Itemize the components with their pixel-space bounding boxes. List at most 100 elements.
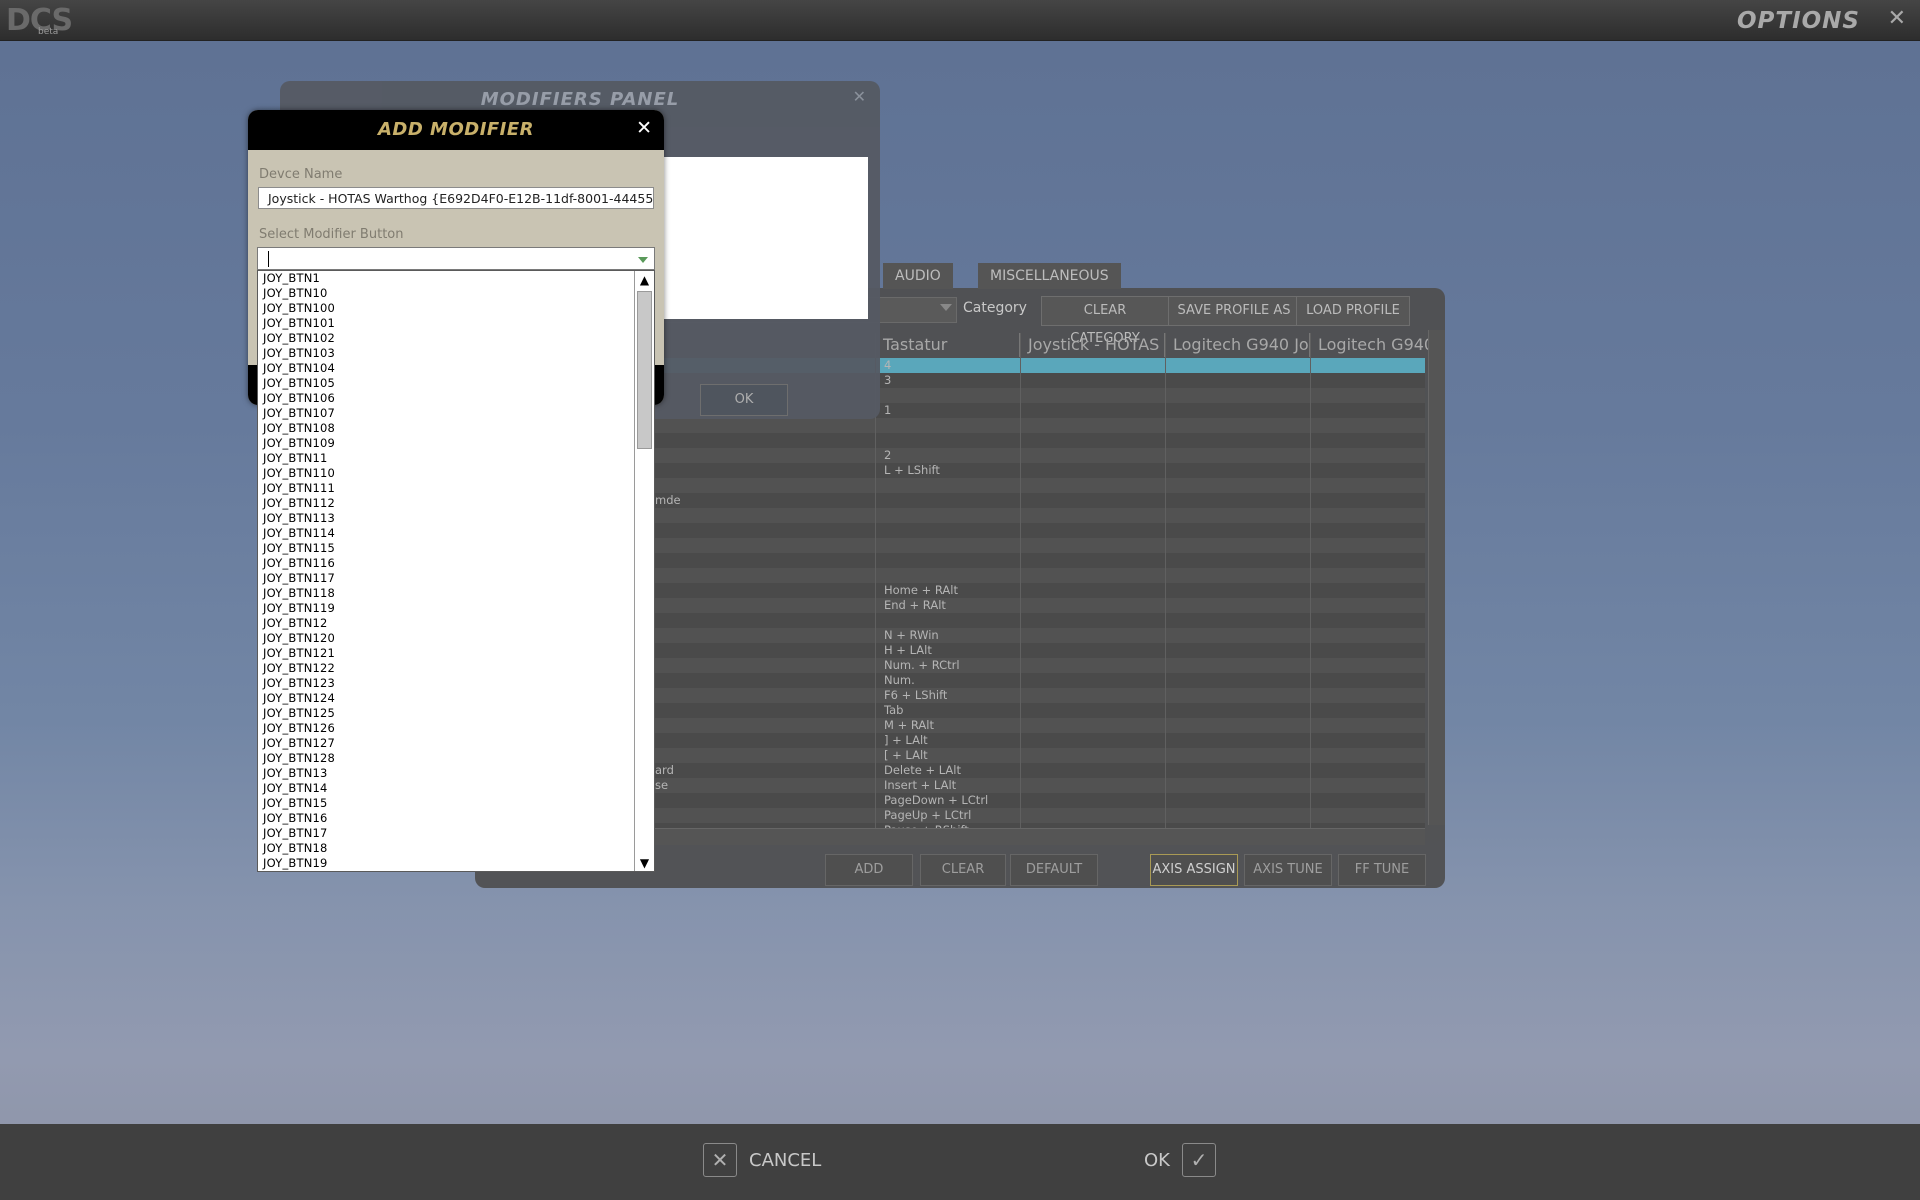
dropdown-option[interactable]: JOY_BTN114 [258, 526, 654, 541]
dropdown-option[interactable]: JOY_BTN113 [258, 511, 654, 526]
binding-cell[interactable]: 1 [884, 403, 891, 418]
save-profile-as-button[interactable]: SAVE PROFILE AS [1168, 296, 1300, 326]
modifiers-ok-button[interactable]: OK [700, 384, 788, 416]
dropdown-option[interactable]: JOY_BTN16 [258, 811, 654, 826]
modifier-dropdown-list[interactable]: JOY_BTN1 JOY_BTN10 JOY_BTN100 JOY_BTN101 JOY… [257, 270, 655, 872]
binding-cell[interactable]: Delete + LAlt [884, 763, 961, 778]
axis-assign-button[interactable]: AXIS ASSIGN [1150, 854, 1238, 886]
ok-button[interactable]: OK ✓ [1144, 1143, 1216, 1177]
close-icon[interactable]: ✕ [1888, 6, 1906, 31]
dropdown-option[interactable]: JOY_BTN119 [258, 601, 654, 616]
binding-cell[interactable]: F6 + LShift [884, 688, 947, 703]
close-icon[interactable]: ✕ [853, 87, 866, 106]
close-icon[interactable]: ✕ [636, 117, 652, 139]
close-icon: ✕ [703, 1143, 737, 1177]
dropdown-option[interactable]: JOY_BTN117 [258, 571, 654, 586]
binding-cell[interactable]: End + RAlt [884, 598, 946, 613]
dropdown-option[interactable]: JOY_BTN116 [258, 556, 654, 571]
dropdown-option[interactable]: JOY_BTN125 [258, 706, 654, 721]
modifier-button-select[interactable] [257, 247, 655, 270]
binding-cell[interactable]: Home + RAlt [884, 583, 958, 598]
dropdown-option[interactable]: JOY_BTN124 [258, 691, 654, 706]
binding-cell[interactable]: L + LShift [884, 463, 940, 478]
tab-audio[interactable]: AUDIO [883, 263, 953, 289]
dropdown-option[interactable]: JOY_BTN120 [258, 631, 654, 646]
dropdown-option[interactable]: JOY_BTN115 [258, 541, 654, 556]
dropdown-option[interactable]: JOY_BTN107 [258, 406, 654, 421]
binding-cell[interactable]: H + LAlt [884, 643, 932, 658]
binding-cell[interactable]: [ + LAlt [884, 748, 928, 763]
scroll-thumb[interactable] [637, 291, 652, 449]
dialog-header: ADD MODIFIER ✕ [248, 110, 664, 150]
clear-button[interactable]: CLEAR [920, 854, 1006, 886]
column-header-g940[interactable]: Logitech G940 [1310, 333, 1434, 357]
binding-cell[interactable]: 2 [884, 448, 891, 463]
page-title: OPTIONS [1736, 8, 1860, 34]
binding-cell[interactable]: PageUp + LCtrl [884, 808, 971, 823]
dropdown-option[interactable]: JOY_BTN103 [258, 346, 654, 361]
binding-cell[interactable]: 3 [884, 373, 891, 388]
dropdown-option[interactable]: JOY_BTN18 [258, 841, 654, 856]
grid-horizontal-scrollbar[interactable] [655, 828, 1425, 845]
action-name-cell[interactable]: se [655, 778, 668, 793]
dropdown-option[interactable]: JOY_BTN105 [258, 376, 654, 391]
binding-cell[interactable]: Tab [884, 703, 903, 718]
dropdown-option[interactable]: JOY_BTN106 [258, 391, 654, 406]
dropdown-option[interactable]: JOY_BTN13 [258, 766, 654, 781]
device-name-field[interactable]: Joystick - HOTAS Warthog {E692D4F0-E12B-… [258, 187, 654, 209]
grid-vertical-scrollbar[interactable] [1428, 330, 1445, 825]
dropdown-option[interactable]: JOY_BTN122 [258, 661, 654, 676]
logo-beta-text: beta [38, 27, 59, 37]
dropdown-option[interactable]: JOY_BTN126 [258, 721, 654, 736]
column-header-keyboard[interactable]: Tastatur [875, 333, 1020, 357]
scroll-down-icon[interactable]: ▼ [635, 854, 654, 871]
dropdown-option[interactable]: JOY_BTN108 [258, 421, 654, 436]
binding-cell[interactable]: M + RAlt [884, 718, 934, 733]
dropdown-option[interactable]: JOY_BTN121 [258, 646, 654, 661]
dropdown-option[interactable]: JOY_BTN123 [258, 676, 654, 691]
clear-category-button[interactable]: CLEAR CATEGORY [1041, 296, 1169, 346]
dropdown-option[interactable]: JOY_BTN15 [258, 796, 654, 811]
dropdown-scrollbar[interactable]: ▲ ▼ [634, 271, 654, 871]
dropdown-option[interactable]: JOY_BTN110 [258, 466, 654, 481]
dropdown-option[interactable]: JOY_BTN102 [258, 331, 654, 346]
column-header-g940-joy[interactable]: Logitech G940 Joy [1165, 333, 1310, 357]
column-header-hotas[interactable]: Joystick - HOTAS W [1020, 333, 1165, 357]
scroll-up-icon[interactable]: ▲ [635, 271, 654, 288]
axis-tune-button[interactable]: AXIS TUNE [1244, 854, 1332, 886]
dropdown-option[interactable]: JOY_BTN112 [258, 496, 654, 511]
dropdown-option[interactable]: JOY_BTN10 [258, 286, 654, 301]
dropdown-option[interactable]: JOY_BTN111 [258, 481, 654, 496]
dropdown-option[interactable]: JOY_BTN109 [258, 436, 654, 451]
default-button[interactable]: DEFAULT [1010, 854, 1098, 886]
dropdown-option[interactable]: JOY_BTN14 [258, 781, 654, 796]
action-name-cell[interactable]: ard [655, 763, 674, 778]
binding-cell[interactable]: ] + LAlt [884, 733, 928, 748]
dropdown-option[interactable]: JOY_BTN118 [258, 586, 654, 601]
binding-cell[interactable]: Insert + LAlt [884, 778, 956, 793]
binding-cell[interactable]: PageDown + LCtrl [884, 793, 988, 808]
binding-cell[interactable]: N + RWin [884, 628, 939, 643]
cancel-button[interactable]: ✕ CANCEL [703, 1143, 821, 1177]
dropdown-option[interactable]: JOY_BTN1 [258, 271, 654, 286]
binding-cell[interactable]: 4 [884, 358, 891, 373]
binding-cell[interactable]: Num. [884, 673, 915, 688]
dropdown-option[interactable]: JOY_BTN128 [258, 751, 654, 766]
ff-tune-button[interactable]: FF TUNE [1338, 854, 1426, 886]
dropdown-option[interactable]: JOY_BTN127 [258, 736, 654, 751]
modifiers-list[interactable] [650, 157, 868, 319]
dropdown-option[interactable]: JOY_BTN19 [258, 856, 654, 871]
add-button[interactable]: ADD [825, 854, 913, 886]
binding-cell[interactable]: Num. + RCtrl [884, 658, 960, 673]
bottom-bar: ✕ CANCEL OK ✓ [0, 1124, 1920, 1200]
tab-miscellaneous[interactable]: MISCELLANEOUS [978, 263, 1121, 289]
chevron-down-icon[interactable] [638, 257, 648, 263]
dropdown-option[interactable]: JOY_BTN11 [258, 451, 654, 466]
load-profile-button[interactable]: LOAD PROFILE [1296, 296, 1410, 326]
action-name-cell[interactable]: mde [655, 493, 681, 508]
dropdown-option[interactable]: JOY_BTN101 [258, 316, 654, 331]
dropdown-option[interactable]: JOY_BTN100 [258, 301, 654, 316]
dropdown-option[interactable]: JOY_BTN12 [258, 616, 654, 631]
dropdown-option[interactable]: JOY_BTN17 [258, 826, 654, 841]
dropdown-option[interactable]: JOY_BTN104 [258, 361, 654, 376]
